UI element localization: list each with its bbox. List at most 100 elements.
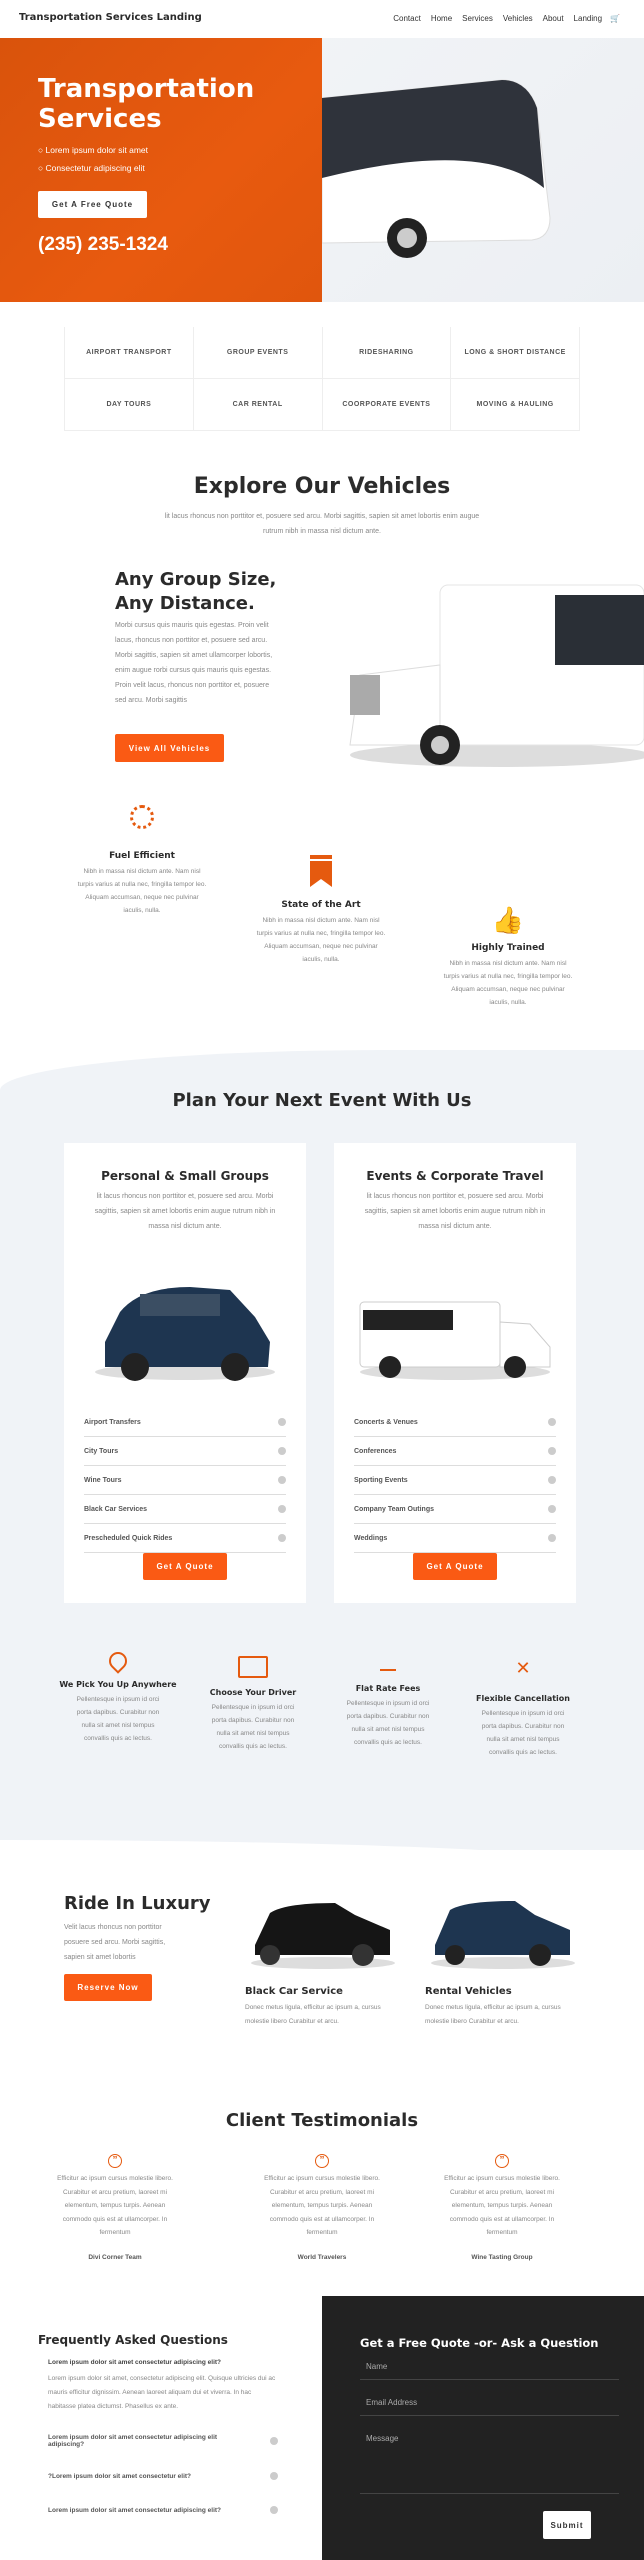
nav-vehicles[interactable]: Vehicles [503, 14, 533, 23]
plan-title: Plan Your Next Event With Us [172, 1090, 472, 1111]
testimonial-text: Efficitur ac ipsum cursus molestie liber… [264, 2175, 380, 2236]
list-item[interactable]: Prescheduled Quick Rides [84, 1524, 286, 1553]
name-field[interactable]: Name [360, 2354, 619, 2380]
main-nav: Contact Home Services Vehicles About Lan… [383, 14, 620, 23]
faq-question[interactable]: Lorem ipsum dolor sit amet consectetur a… [48, 2359, 278, 2366]
circle-icon [270, 2472, 278, 2480]
free-quote-button[interactable]: Get A Free Quote [38, 191, 147, 218]
feature-title: State of the Art [281, 900, 361, 910]
card-text: lit lacus rhoncus non porttitor et, posu… [94, 1193, 276, 1230]
loading-icon [130, 805, 154, 829]
list-item[interactable]: Company Team Outings [354, 1495, 556, 1524]
feature-fuel-efficient: Fuel Efficient Nibh in massa nisl dictum… [77, 805, 207, 917]
perk-text: Pellentesque in ipsum id orci porta dapi… [346, 1700, 430, 1746]
hero-bullet: ○ Lorem ipsum dolor sit amet [38, 145, 149, 155]
testimonial-author: World Travelers [297, 2253, 347, 2261]
service-long-short-distance[interactable]: LONG & SHORT DISTANCE [451, 327, 580, 379]
services-grid: AIRPORT TRANSPORT GROUP EVENTS RIDESHARI… [64, 327, 580, 431]
testimonial-author: Divi Corner Team [88, 2253, 142, 2261]
circle-icon [278, 1534, 286, 1542]
luxury-card-rental: Rental Vehicles Donec metus ligula, effi… [425, 1986, 575, 2029]
get-quote-button[interactable]: Get A Quote [143, 1553, 227, 1580]
faq-answer: Lorem ipsum dolor sit amet, consectetur … [48, 2375, 276, 2410]
card-title: Events & Corporate Travel [366, 1169, 544, 1183]
circle-icon [278, 1476, 286, 1484]
thumbs-up-icon: 👍 [491, 905, 525, 935]
luxury-card-title: Rental Vehicles [425, 1986, 512, 1997]
perk-cancellation: ✕ Flexible Cancellation Pellentesque in … [458, 1652, 588, 1759]
hero-phone[interactable]: (235) 235-1324 [38, 234, 168, 256]
faq-item-open[interactable]: Lorem ipsum dolor sit amet consectetur a… [48, 2359, 278, 2414]
faq-title: Frequently Asked Questions [38, 2333, 228, 2347]
get-quote-button[interactable]: Get A Quote [413, 1553, 497, 1580]
circle-icon [548, 1534, 556, 1542]
explore-subtitle: lit lacus rhoncus non porttitor et, posu… [164, 513, 480, 535]
list-item[interactable]: Airport Transfers [84, 1408, 286, 1437]
service-day-tours[interactable]: DAY TOURS [65, 379, 194, 431]
nav-about[interactable]: About [543, 14, 564, 23]
faq-item[interactable]: Lorem ipsum dolor sit amet consectetur a… [48, 2506, 278, 2514]
cart-icon[interactable]: 🛒 [610, 14, 620, 23]
view-all-vehicles-button[interactable]: View All Vehicles [115, 734, 224, 762]
luxury-card-title: Black Car Service [245, 1986, 343, 1997]
blue-suv-image [431, 1901, 575, 1969]
luxury-title: Ride In Luxury [64, 1893, 211, 1914]
list-item[interactable]: Wine Tours [84, 1466, 286, 1495]
explore-title: Explore Our Vehicles [193, 474, 451, 499]
suv-image [95, 1287, 275, 1381]
circle-icon [278, 1505, 286, 1513]
bookmark-icon [310, 855, 332, 887]
circle-icon [548, 1505, 556, 1513]
map-pin-icon [105, 1648, 131, 1674]
any-group-body: Morbi cursus quis mauris quis egestas. P… [115, 622, 273, 704]
testimonial: ” Efficitur ac ipsum cursus molestie lib… [262, 2154, 382, 2261]
list-item[interactable]: City Tours [84, 1437, 286, 1466]
quote-icon: ” [315, 2154, 329, 2168]
list-item[interactable]: Black Car Services [84, 1495, 286, 1524]
any-group-heading-line-1: Any Group Size, [115, 569, 277, 590]
nav-landing[interactable]: Landing [574, 14, 602, 23]
list-item[interactable]: Sporting Events [354, 1466, 556, 1495]
service-airport-transport[interactable]: AIRPORT TRANSPORT [65, 327, 194, 379]
circle-icon [548, 1476, 556, 1484]
any-group-heading: Any Group Size, Any Distance. [115, 568, 276, 616]
circle-icon [278, 1447, 286, 1455]
service-ridesharing[interactable]: RIDESHARING [322, 327, 452, 379]
id-card-icon [238, 1656, 268, 1678]
luxury-card-text: Donec metus ligula, efficitur ac ipsum a… [425, 2004, 561, 2025]
site-title[interactable]: Transportation Services Landing [19, 12, 202, 23]
perk-pickup: We Pick You Up Anywhere Pellentesque in … [53, 1648, 183, 1745]
hero-orange-panel: Transportation Services ○ Lorem ipsum do… [0, 38, 322, 302]
hero-title: Transportation Services [38, 74, 254, 134]
hero: Transportation Services ○ Lorem ipsum do… [0, 38, 644, 302]
perk-flat-rate: Flat Rate Fees Pellentesque in ipsum id … [323, 1652, 453, 1749]
testimonial-text: Efficitur ac ipsum cursus molestie liber… [57, 2175, 173, 2236]
submit-button[interactable]: Submit [543, 2511, 591, 2539]
black-car-image [251, 1903, 395, 1969]
hero-bullets: ○ Lorem ipsum dolor sit amet ○ Consectet… [38, 141, 148, 177]
plan-card-corporate: Events & Corporate Travel lit lacus rhon… [334, 1143, 576, 1603]
testimonials-title: Client Testimonials [225, 2110, 419, 2131]
service-corporate-events[interactable]: COORPORATE EVENTS [322, 379, 452, 431]
testimonial-text: Efficitur ac ipsum cursus molestie liber… [444, 2175, 560, 2236]
reserve-now-button[interactable]: Reserve Now [64, 1974, 152, 2001]
faq-item[interactable]: Lorem ipsum dolor sit amet consectetur a… [48, 2434, 278, 2448]
circle-icon [548, 1447, 556, 1455]
perk-text: Pellentesque in ipsum id orci porta dapi… [481, 1710, 565, 1756]
list-item[interactable]: Concerts & Venues [354, 1408, 556, 1437]
faq-item[interactable]: ?Lorem ipsum dolor sit amet consectetur … [48, 2472, 278, 2480]
nav-home[interactable]: Home [431, 14, 452, 23]
service-moving-hauling[interactable]: MOVING & HAULING [451, 379, 580, 431]
nav-contact[interactable]: Contact [393, 14, 421, 23]
feature-text: Nibh in massa nisl dictum ante. Nam nisl… [256, 917, 386, 963]
nav-services[interactable]: Services [462, 14, 493, 23]
card-title: Personal & Small Groups [101, 1169, 269, 1183]
message-field[interactable]: Message [360, 2426, 619, 2494]
list-item[interactable]: Weddings [354, 1524, 556, 1553]
service-car-rental[interactable]: CAR RENTAL [193, 379, 323, 431]
list-item[interactable]: Conferences [354, 1437, 556, 1466]
service-group-events[interactable]: GROUP EVENTS [193, 327, 323, 379]
hero-title-line-2: Services [38, 104, 162, 134]
feature-text: Nibh in massa nisl dictum ante. Nam nisl… [443, 960, 573, 1006]
email-field[interactable]: Email Address [360, 2390, 619, 2416]
